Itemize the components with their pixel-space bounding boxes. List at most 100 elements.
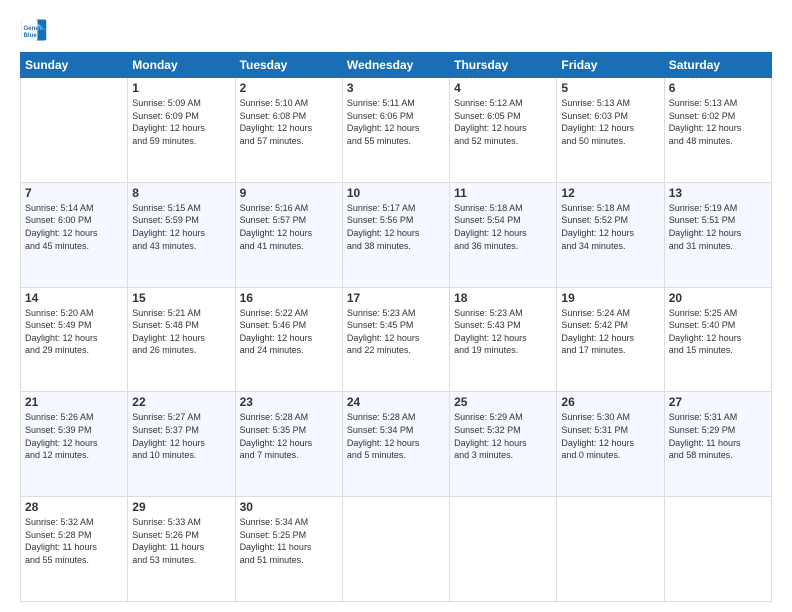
calendar-cell: 18Sunrise: 5:23 AM Sunset: 5:43 PM Dayli… xyxy=(450,287,557,392)
day-info: Sunrise: 5:31 AM Sunset: 5:29 PM Dayligh… xyxy=(669,411,767,461)
day-number: 4 xyxy=(454,81,552,95)
calendar-cell: 22 Sunrise: 5:27 AM Sunset: 5:37 PM Dayli… xyxy=(128,392,235,497)
day-number: 28 xyxy=(25,500,123,514)
day-info: Sunrise: 5:11 AM Sunset: 6:06 PM Dayligh… xyxy=(347,97,445,147)
day-number: 21 xyxy=(25,395,123,409)
calendar-cell: 16 Sunrise: 5:22 AM Sunset: 5:46 PM Dayli… xyxy=(235,287,342,392)
calendar-cell: 27 Sunrise: 5:31 AM Sunset: 5:29 PM Dayli… xyxy=(664,392,771,497)
calendar-cell: 4 Sunrise: 5:12 AM Sunset: 6:05 PM Daylig… xyxy=(450,78,557,183)
day-info: Sunrise: 5:25 AM Sunset: 5:40 PM Dayligh… xyxy=(669,307,767,357)
day-info: Sunrise: 5:09 AM Sunset: 6:09 PM Dayligh… xyxy=(132,97,230,147)
day-number: 14 xyxy=(25,291,123,305)
day-info: Sunrise: 5:28 AM Sunset: 5:35 PM Dayligh… xyxy=(240,411,338,461)
day-number: 2 xyxy=(240,81,338,95)
day-info: Sunrise: 5:22 AM Sunset: 5:46 PM Dayligh… xyxy=(240,307,338,357)
day-info: Sunrise: 5:20 AM Sunset: 5:49 PM Dayligh… xyxy=(25,307,123,357)
day-number: 11 xyxy=(454,186,552,200)
logo: General Blue xyxy=(20,16,48,44)
day-number: 8 xyxy=(132,186,230,200)
day-number: 24 xyxy=(347,395,445,409)
day-info: Sunrise: 5:15 AM Sunset: 5:59 PM Dayligh… xyxy=(132,202,230,252)
day-number: 18 xyxy=(454,291,552,305)
day-info: Sunrise: 5:13 AM Sunset: 6:03 PM Dayligh… xyxy=(561,97,659,147)
calendar-week-row: 7Sunrise: 5:14 AM Sunset: 6:00 PM Daylig… xyxy=(21,182,772,287)
calendar-cell: 12 Sunrise: 5:18 AM Sunset: 5:52 PM Dayli… xyxy=(557,182,664,287)
day-number: 16 xyxy=(240,291,338,305)
calendar-cell: 2 Sunrise: 5:10 AM Sunset: 6:08 PM Daylig… xyxy=(235,78,342,183)
calendar-page: General Blue SundayMondayTuesdayWednesda… xyxy=(0,0,792,612)
weekday-header-monday: Monday xyxy=(128,53,235,78)
day-number: 5 xyxy=(561,81,659,95)
calendar-cell: 15 Sunrise: 5:21 AM Sunset: 5:48 PM Dayli… xyxy=(128,287,235,392)
day-number: 23 xyxy=(240,395,338,409)
calendar-cell: 5 Sunrise: 5:13 AM Sunset: 6:03 PM Daylig… xyxy=(557,78,664,183)
calendar-table: SundayMondayTuesdayWednesdayThursdayFrid… xyxy=(20,52,772,602)
calendar-cell: 9Sunrise: 5:16 AM Sunset: 5:57 PM Daylig… xyxy=(235,182,342,287)
calendar-cell: 21Sunrise: 5:26 AM Sunset: 5:39 PM Dayli… xyxy=(21,392,128,497)
calendar-cell: 3Sunrise: 5:11 AM Sunset: 6:06 PM Daylig… xyxy=(342,78,449,183)
day-info: Sunrise: 5:23 AM Sunset: 5:45 PM Dayligh… xyxy=(347,307,445,357)
calendar-week-row: 14 Sunrise: 5:20 AM Sunset: 5:49 PM Dayli… xyxy=(21,287,772,392)
day-number: 27 xyxy=(669,395,767,409)
calendar-week-row: 1 Sunrise: 5:09 AM Sunset: 6:09 PM Daylig… xyxy=(21,78,772,183)
day-info: Sunrise: 5:13 AM Sunset: 6:02 PM Dayligh… xyxy=(669,97,767,147)
calendar-cell: 13Sunrise: 5:19 AM Sunset: 5:51 PM Dayli… xyxy=(664,182,771,287)
calendar-cell: 17 Sunrise: 5:23 AM Sunset: 5:45 PM Dayli… xyxy=(342,287,449,392)
calendar-cell xyxy=(342,497,449,602)
weekday-header-friday: Friday xyxy=(557,53,664,78)
day-number: 1 xyxy=(132,81,230,95)
day-number: 20 xyxy=(669,291,767,305)
calendar-cell: 26 Sunrise: 5:30 AM Sunset: 5:31 PM Dayli… xyxy=(557,392,664,497)
day-info: Sunrise: 5:27 AM Sunset: 5:37 PM Dayligh… xyxy=(132,411,230,461)
day-number: 30 xyxy=(240,500,338,514)
day-info: Sunrise: 5:19 AM Sunset: 5:51 PM Dayligh… xyxy=(669,202,767,252)
day-info: Sunrise: 5:32 AM Sunset: 5:28 PM Dayligh… xyxy=(25,516,123,566)
day-number: 22 xyxy=(132,395,230,409)
day-number: 10 xyxy=(347,186,445,200)
calendar-cell xyxy=(664,497,771,602)
day-info: Sunrise: 5:21 AM Sunset: 5:48 PM Dayligh… xyxy=(132,307,230,357)
day-info: Sunrise: 5:12 AM Sunset: 6:05 PM Dayligh… xyxy=(454,97,552,147)
calendar-cell: 29Sunrise: 5:33 AM Sunset: 5:26 PM Dayli… xyxy=(128,497,235,602)
day-info: Sunrise: 5:29 AM Sunset: 5:32 PM Dayligh… xyxy=(454,411,552,461)
day-info: Sunrise: 5:34 AM Sunset: 5:25 PM Dayligh… xyxy=(240,516,338,566)
day-number: 17 xyxy=(347,291,445,305)
svg-text:General: General xyxy=(24,25,47,32)
calendar-cell: 30 Sunrise: 5:34 AM Sunset: 5:25 PM Dayli… xyxy=(235,497,342,602)
day-info: Sunrise: 5:17 AM Sunset: 5:56 PM Dayligh… xyxy=(347,202,445,252)
day-number: 7 xyxy=(25,186,123,200)
calendar-cell: 1 Sunrise: 5:09 AM Sunset: 6:09 PM Daylig… xyxy=(128,78,235,183)
calendar-cell: 20 Sunrise: 5:25 AM Sunset: 5:40 PM Dayli… xyxy=(664,287,771,392)
svg-text:Blue: Blue xyxy=(24,32,38,39)
logo-icon: General Blue xyxy=(20,16,48,44)
day-info: Sunrise: 5:28 AM Sunset: 5:34 PM Dayligh… xyxy=(347,411,445,461)
calendar-cell xyxy=(557,497,664,602)
header: General Blue xyxy=(20,16,772,44)
day-info: Sunrise: 5:30 AM Sunset: 5:31 PM Dayligh… xyxy=(561,411,659,461)
calendar-cell: 24 Sunrise: 5:28 AM Sunset: 5:34 PM Dayli… xyxy=(342,392,449,497)
weekday-header-saturday: Saturday xyxy=(664,53,771,78)
calendar-week-row: 28 Sunrise: 5:32 AM Sunset: 5:28 PM Dayli… xyxy=(21,497,772,602)
day-info: Sunrise: 5:10 AM Sunset: 6:08 PM Dayligh… xyxy=(240,97,338,147)
day-info: Sunrise: 5:18 AM Sunset: 5:52 PM Dayligh… xyxy=(561,202,659,252)
day-number: 15 xyxy=(132,291,230,305)
calendar-cell: 25 Sunrise: 5:29 AM Sunset: 5:32 PM Dayli… xyxy=(450,392,557,497)
calendar-cell: 19 Sunrise: 5:24 AM Sunset: 5:42 PM Dayli… xyxy=(557,287,664,392)
calendar-cell: 23 Sunrise: 5:28 AM Sunset: 5:35 PM Dayli… xyxy=(235,392,342,497)
calendar-cell: 6Sunrise: 5:13 AM Sunset: 6:02 PM Daylig… xyxy=(664,78,771,183)
day-info: Sunrise: 5:24 AM Sunset: 5:42 PM Dayligh… xyxy=(561,307,659,357)
day-number: 29 xyxy=(132,500,230,514)
calendar-week-row: 21Sunrise: 5:26 AM Sunset: 5:39 PM Dayli… xyxy=(21,392,772,497)
day-number: 26 xyxy=(561,395,659,409)
day-number: 25 xyxy=(454,395,552,409)
calendar-cell: 8 Sunrise: 5:15 AM Sunset: 5:59 PM Daylig… xyxy=(128,182,235,287)
weekday-header-row: SundayMondayTuesdayWednesdayThursdayFrid… xyxy=(21,53,772,78)
day-number: 12 xyxy=(561,186,659,200)
calendar-cell: 10 Sunrise: 5:17 AM Sunset: 5:56 PM Dayli… xyxy=(342,182,449,287)
day-number: 9 xyxy=(240,186,338,200)
calendar-cell: 7Sunrise: 5:14 AM Sunset: 6:00 PM Daylig… xyxy=(21,182,128,287)
day-info: Sunrise: 5:18 AM Sunset: 5:54 PM Dayligh… xyxy=(454,202,552,252)
weekday-header-thursday: Thursday xyxy=(450,53,557,78)
day-number: 19 xyxy=(561,291,659,305)
weekday-header-tuesday: Tuesday xyxy=(235,53,342,78)
